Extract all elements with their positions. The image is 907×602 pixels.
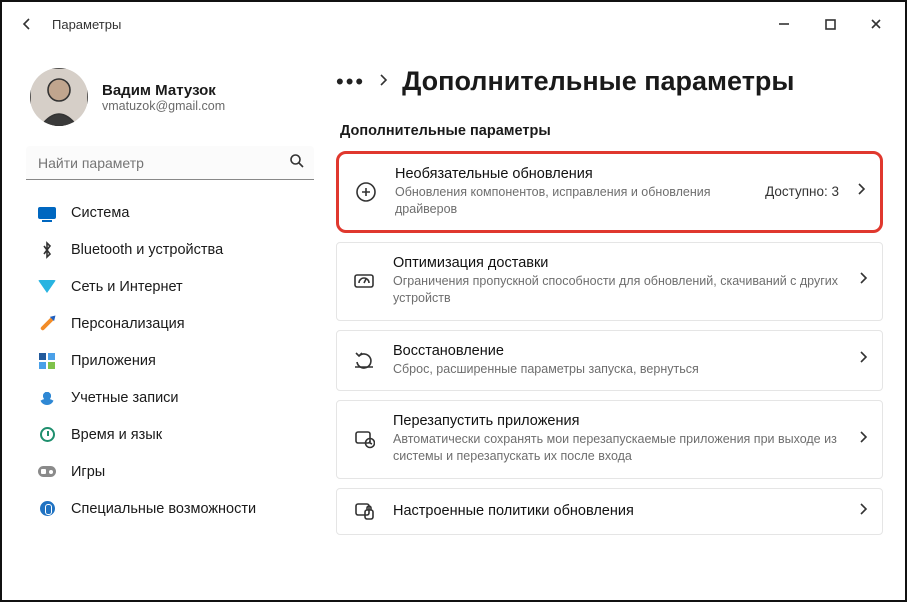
policy-icon <box>351 501 377 521</box>
search-icon <box>289 153 304 173</box>
chevron-right-icon <box>379 73 388 90</box>
pen-icon <box>38 315 56 333</box>
close-button[interactable] <box>853 7 899 41</box>
card-optional-updates[interactable]: Необязательные обновления Обновления ком… <box>336 151 883 233</box>
wifi-icon <box>38 278 56 296</box>
sidebar-item-accessibility[interactable]: Специальные возможности <box>24 490 314 527</box>
available-count: Доступно: 3 <box>765 184 839 199</box>
card-desc: Автоматически сохранять мои перезапускае… <box>393 431 843 465</box>
clock-icon <box>38 426 56 444</box>
bluetooth-icon <box>38 241 56 259</box>
chevron-right-icon <box>859 271 868 290</box>
sidebar-item-label: Время и язык <box>71 427 162 443</box>
user-icon <box>38 389 56 407</box>
search-input[interactable] <box>26 146 314 180</box>
main-pane: ••• Дополнительные параметры Дополнитель… <box>324 46 905 600</box>
sidebar-item-label: Специальные возможности <box>71 501 256 517</box>
sidebar-item-time-language[interactable]: Время и язык <box>24 416 314 453</box>
recovery-icon <box>351 350 377 370</box>
card-title: Необязательные обновления <box>395 166 749 182</box>
sidebar-item-gaming[interactable]: Игры <box>24 453 314 490</box>
chevron-right-icon <box>859 430 868 449</box>
nav-list: Система Bluetooth и устройства Сеть и Ин… <box>24 194 314 527</box>
breadcrumb-overflow[interactable]: ••• <box>336 71 365 93</box>
card-desc: Обновления компонентов, исправления и об… <box>395 184 749 218</box>
plus-circle-icon <box>353 181 379 203</box>
sidebar-item-accounts[interactable]: Учетные записи <box>24 379 314 416</box>
sidebar-item-bluetooth[interactable]: Bluetooth и устройства <box>24 231 314 268</box>
minimize-button[interactable] <box>761 7 807 41</box>
search-box[interactable] <box>26 146 314 180</box>
profile-block[interactable]: Вадим Матузок vmatuzok@gmail.com <box>30 68 314 126</box>
window-title: Параметры <box>52 17 121 32</box>
sidebar-item-label: Система <box>71 205 129 221</box>
sidebar-item-apps[interactable]: Приложения <box>24 342 314 379</box>
sidebar-item-system[interactable]: Система <box>24 194 314 231</box>
card-restart-apps[interactable]: Перезапустить приложения Автоматически с… <box>336 400 883 479</box>
title-bar: Параметры <box>2 2 905 46</box>
chevron-right-icon <box>859 350 868 369</box>
user-email: vmatuzok@gmail.com <box>102 99 225 113</box>
card-recovery[interactable]: Восстановление Сброс, расширенные параме… <box>336 330 883 392</box>
breadcrumb: ••• Дополнительные параметры <box>336 66 883 97</box>
card-desc: Ограничения пропускной способности для о… <box>393 273 843 307</box>
sidebar-item-label: Персонализация <box>71 316 185 332</box>
accessibility-icon <box>38 500 56 518</box>
card-title: Перезапустить приложения <box>393 413 843 429</box>
monitor-icon <box>38 204 56 222</box>
user-name: Вадим Матузок <box>102 82 225 99</box>
sidebar-item-label: Bluetooth и устройства <box>71 242 223 258</box>
back-button[interactable] <box>10 7 44 41</box>
card-title: Оптимизация доставки <box>393 255 843 271</box>
sidebar-item-personalization[interactable]: Персонализация <box>24 305 314 342</box>
chevron-right-icon <box>857 182 866 201</box>
restart-apps-icon <box>351 429 377 449</box>
sidebar-item-network[interactable]: Сеть и Интернет <box>24 268 314 305</box>
card-title: Восстановление <box>393 343 843 359</box>
card-title: Настроенные политики обновления <box>393 503 843 519</box>
sidebar-item-label: Учетные записи <box>71 390 179 406</box>
page-title: Дополнительные параметры <box>402 66 794 97</box>
gamepad-icon <box>38 463 56 481</box>
card-update-policies[interactable]: Настроенные политики обновления <box>336 488 883 535</box>
apps-icon <box>38 352 56 370</box>
speedometer-icon <box>351 272 377 290</box>
sidebar-item-label: Игры <box>71 464 105 480</box>
maximize-button[interactable] <box>807 7 853 41</box>
sidebar-item-label: Сеть и Интернет <box>71 279 183 295</box>
card-delivery-optimization[interactable]: Оптимизация доставки Ограничения пропуск… <box>336 242 883 321</box>
avatar <box>30 68 88 126</box>
card-desc: Сброс, расширенные параметры запуска, ве… <box>393 361 843 378</box>
chevron-right-icon <box>859 502 868 521</box>
sidebar-item-label: Приложения <box>71 353 156 369</box>
sidebar: Вадим Матузок vmatuzok@gmail.com Система… <box>2 46 324 600</box>
section-heading: Дополнительные параметры <box>340 123 883 139</box>
